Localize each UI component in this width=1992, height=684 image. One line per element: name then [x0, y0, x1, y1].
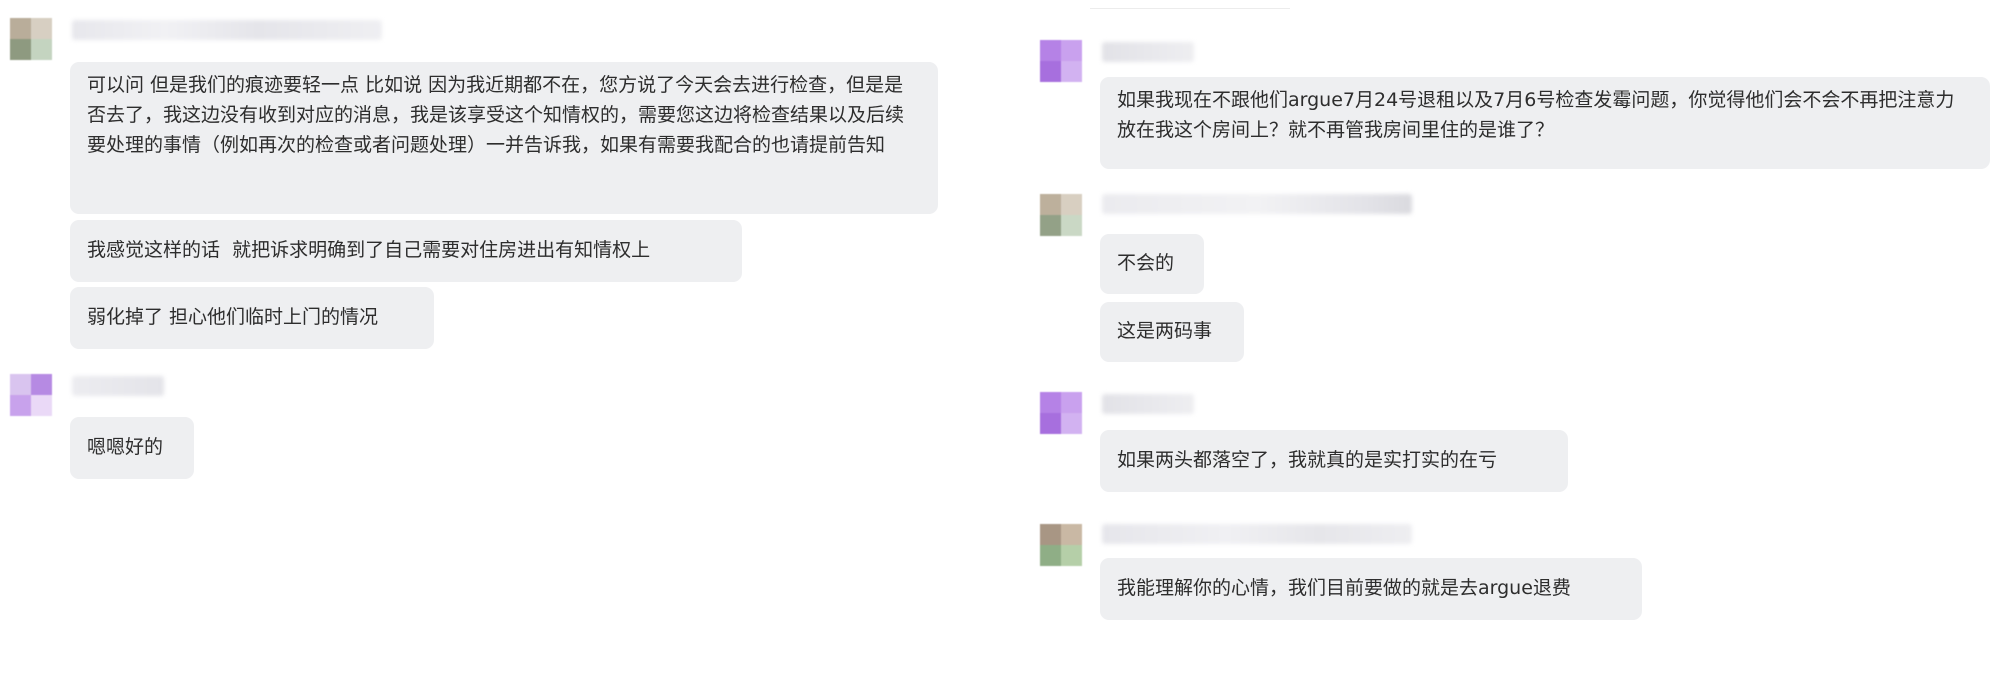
- avatar-pixel: [1040, 215, 1061, 236]
- avatar-pixel: [1040, 392, 1061, 413]
- avatar-pixel: [10, 374, 31, 395]
- message-group: 我能理解你的心情，我们目前要做的就是去argue退费: [1030, 514, 1992, 644]
- message-bubble[interactable]: 可以问 但是我们的痕迹要轻一点 比如说 因为我近期都不在，您方说了今天会去进行检…: [70, 62, 938, 214]
- avatar[interactable]: [1040, 194, 1082, 236]
- message-bubble[interactable]: 不会的: [1100, 234, 1204, 294]
- sender-name-blurred: [72, 376, 164, 396]
- avatar-pixel: [10, 39, 31, 60]
- left-chat-panel: 可以问 但是我们的痕迹要轻一点 比如说 因为我近期都不在，您方说了今天会去进行检…: [0, 0, 960, 684]
- sender-name-blurred: [1102, 194, 1412, 214]
- avatar[interactable]: [10, 18, 52, 60]
- avatar-pixel: [1040, 40, 1061, 61]
- avatar-pixel: [31, 18, 52, 39]
- sender-name-blurred: [1102, 42, 1194, 62]
- avatar[interactable]: [1040, 392, 1082, 434]
- avatar-pixel: [31, 395, 52, 416]
- message-bubble[interactable]: 如果我现在不跟他们argue7月24号退租以及7月6号检查发霉问题，你觉得他们会…: [1100, 77, 1990, 169]
- message-group: 如果两头都落空了，我就真的是实打实的在亏: [1030, 384, 1992, 514]
- sender-name-blurred: [1102, 524, 1412, 544]
- message-bubble[interactable]: 如果两头都落空了，我就真的是实打实的在亏: [1100, 430, 1568, 492]
- message-bubble[interactable]: 我感觉这样的话 就把诉求明确到了自己需要对住房进出有知情权上: [70, 220, 742, 282]
- avatar-pixel: [1061, 61, 1082, 82]
- avatar-pixel: [10, 18, 31, 39]
- avatar-pixel: [31, 39, 52, 60]
- avatar-pixel: [10, 395, 31, 416]
- message-bubble[interactable]: 弱化掉了 担心他们临时上门的情况: [70, 287, 434, 349]
- message-group: 可以问 但是我们的痕迹要轻一点 比如说 因为我近期都不在，您方说了今天会去进行检…: [0, 0, 960, 360]
- message-group: 如果我现在不跟他们argue7月24号退租以及7月6号检查发霉问题，你觉得他们会…: [1030, 30, 1992, 180]
- message-bubble[interactable]: 嗯嗯好的: [70, 417, 194, 479]
- message-group: 不会的 这是两码事: [1030, 186, 1992, 376]
- avatar-pixel: [1040, 524, 1061, 545]
- avatar[interactable]: [1040, 40, 1082, 82]
- avatar-pixel: [1061, 392, 1082, 413]
- avatar-pixel: [1061, 40, 1082, 61]
- message-bubble[interactable]: 这是两码事: [1100, 302, 1244, 362]
- avatar-pixel: [1040, 413, 1061, 434]
- avatar-pixel: [1061, 413, 1082, 434]
- message-bubble[interactable]: 我能理解你的心情，我们目前要做的就是去argue退费: [1100, 558, 1642, 620]
- right-chat-panel: 如果我现在不跟他们argue7月24号退租以及7月6号检查发霉问题，你觉得他们会…: [1030, 0, 1992, 684]
- avatar[interactable]: [10, 374, 52, 416]
- avatar-pixel: [1061, 194, 1082, 215]
- avatar-pixel: [1040, 61, 1061, 82]
- avatar-pixel: [1061, 524, 1082, 545]
- sender-name-blurred: [1102, 394, 1194, 414]
- divider: [1090, 8, 1290, 9]
- avatar-pixel: [1061, 215, 1082, 236]
- avatar[interactable]: [1040, 524, 1082, 566]
- avatar-pixel: [1040, 545, 1061, 566]
- avatar-pixel: [31, 374, 52, 395]
- avatar-pixel: [1061, 545, 1082, 566]
- avatar-pixel: [1040, 194, 1061, 215]
- sender-name-blurred: [72, 20, 382, 40]
- message-group: 嗯嗯好的: [0, 360, 960, 490]
